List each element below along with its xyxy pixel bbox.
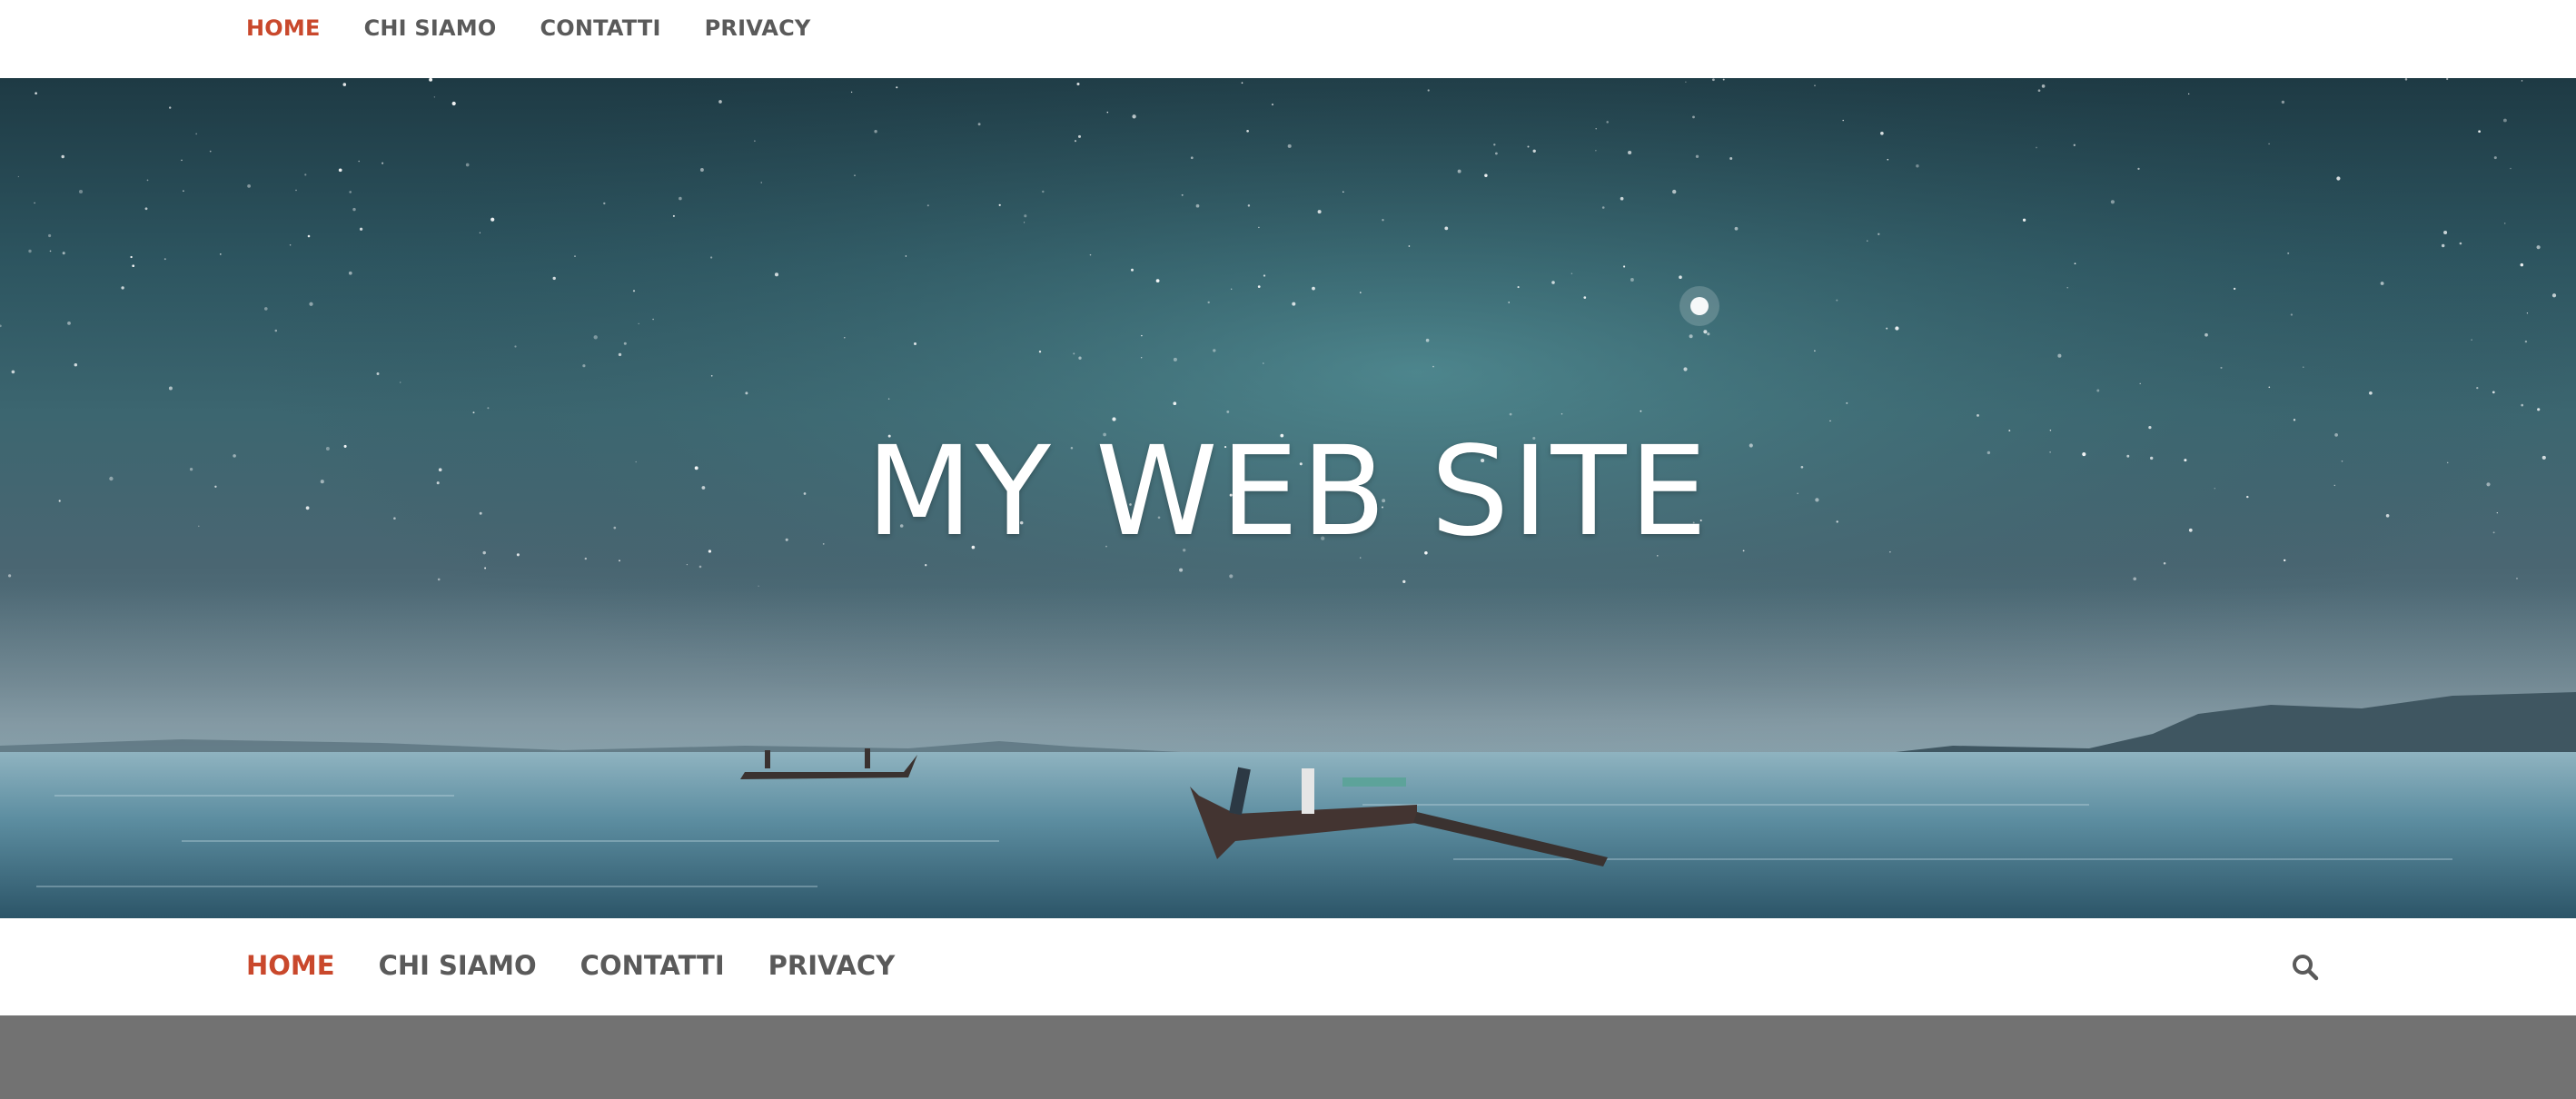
top-nav-item-contatti[interactable]: CONTATTI [540, 15, 660, 41]
site-title: MY WEB SITE [866, 421, 1710, 564]
main-nav-menu: HOME CHI SIAMO CONTATTI PRIVACY [246, 950, 895, 981]
top-nav-item-chi-siamo[interactable]: CHI SIAMO [364, 15, 497, 41]
top-navigation: HOME CHI SIAMO CONTATTI PRIVACY [0, 0, 2576, 78]
top-nav-item-home[interactable]: HOME [246, 15, 321, 41]
main-navigation: HOME CHI SIAMO CONTATTI PRIVACY [0, 918, 2576, 1015]
hero-banner: MY WEB SITE [0, 78, 2576, 918]
top-nav-menu: HOME CHI SIAMO CONTATTI PRIVACY [246, 15, 811, 41]
main-nav-item-contatti[interactable]: CONTATTI [580, 950, 725, 981]
content-band [0, 1015, 2576, 1099]
search-button[interactable] [2291, 953, 2320, 982]
main-nav-item-home[interactable]: HOME [246, 950, 335, 981]
top-nav-item-privacy[interactable]: PRIVACY [705, 15, 811, 41]
search-icon [2293, 955, 2319, 981]
main-nav-item-privacy[interactable]: PRIVACY [768, 950, 896, 981]
main-nav-item-chi-siamo[interactable]: CHI SIAMO [379, 950, 537, 981]
